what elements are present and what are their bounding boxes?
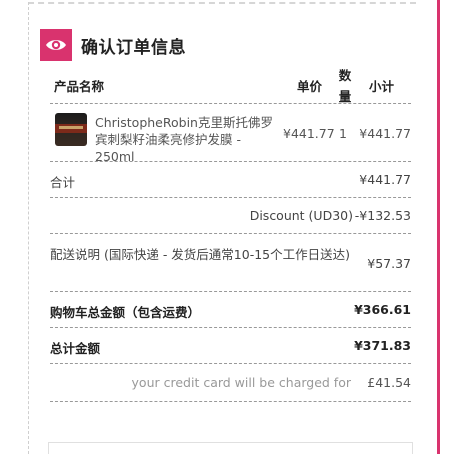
- discount-label: Discount (UD30): [249, 208, 353, 223]
- cart-total-value: ¥366.61: [354, 302, 411, 317]
- shipping-value: ¥57.37: [367, 256, 411, 271]
- cart-total-row: 购物车总金额（包含运费） ¥366.61: [50, 292, 411, 328]
- page-title: 确认订单信息: [81, 37, 186, 58]
- eye-icon: [40, 29, 72, 61]
- total-value: ¥441.77: [359, 172, 411, 187]
- product-subtotal: ¥441.77: [359, 126, 411, 141]
- charged-row: your credit card will be charged for £41…: [50, 364, 411, 402]
- product-name[interactable]: ChristopheRobin克里斯托佛罗宾刺梨籽油柔亮修护发膜 - 250ml: [95, 114, 280, 165]
- column-header-subtotal: 小计: [368, 79, 394, 94]
- discount-value: -¥132.53: [354, 208, 411, 223]
- product-qty: 1: [339, 126, 347, 141]
- shipping-row: 配送说明 (国际快递 - 发货后通常10-15个工作日送达) ¥57.37: [50, 234, 411, 292]
- charged-value: £41.54: [367, 375, 411, 390]
- accent-bar: [437, 0, 440, 454]
- table-header-row: 产品名称 单价 数 量 小计: [50, 64, 411, 104]
- discount-row: Discount (UD30) -¥132.53: [50, 198, 411, 234]
- column-header-name: 产品名称: [54, 79, 105, 94]
- shipping-label: 配送说明 (国际快递 - 发货后通常10-15个工作日送达): [50, 247, 351, 262]
- table-row: ChristopheRobin克里斯托佛罗宾刺梨籽油柔亮修护发膜 - 250ml…: [50, 104, 411, 165]
- column-header-price: 单价: [297, 79, 323, 94]
- charged-label: your credit card will be charged for: [131, 375, 351, 390]
- grand-total-row: 总计金额 ¥371.83: [50, 328, 411, 364]
- column-header-qty-line1: 数: [338, 68, 352, 83]
- top-divider: [28, 2, 416, 4]
- total-label: 合计: [50, 175, 76, 190]
- next-section-box: [48, 442, 413, 454]
- section-header: 确认订单信息: [40, 29, 186, 61]
- product-thumbnail[interactable]: [55, 113, 87, 146]
- column-header-qty-line2: 量: [338, 89, 352, 104]
- order-table: 产品名称 单价 数 量 小计 ChristopheRobin克里斯托佛罗宾刺梨籽…: [50, 64, 411, 402]
- product-price: ¥441.77: [283, 126, 335, 141]
- left-divider: [28, 2, 29, 454]
- grand-total-value: ¥371.83: [354, 338, 411, 353]
- cart-total-label: 购物车总金额（包含运费）: [50, 305, 201, 320]
- grand-total-label: 总计金额: [50, 341, 101, 356]
- total-row: 合计 ¥441.77: [50, 162, 411, 198]
- column-header-qty: 数 量: [337, 65, 353, 107]
